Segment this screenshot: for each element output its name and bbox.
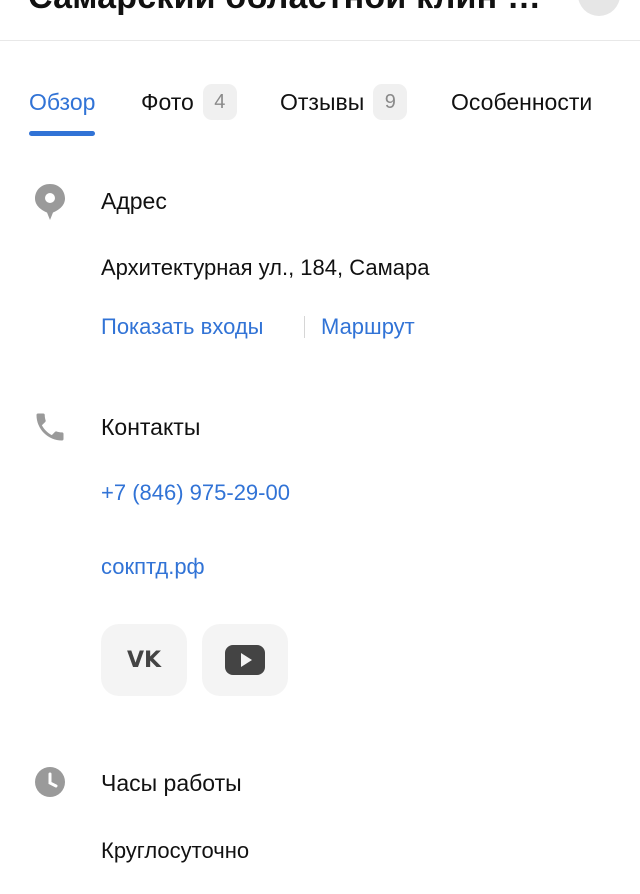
active-tab-indicator [29,131,96,136]
header: Самарский областной клин … [0,0,640,41]
vk-button[interactable]: VK [101,624,187,696]
route-link[interactable]: Маршрут [321,314,415,340]
tab-features[interactable]: Особенности [451,80,592,124]
tab-photos-badge: 4 [202,84,237,120]
contacts-title: Контакты [101,414,201,440]
tab-reviews-label: Отзывы [280,88,365,115]
tab-reviews[interactable]: Отзывы 9 [280,80,408,124]
tab-reviews-badge: 9 [373,84,408,120]
hours-title: Часы работы [101,770,242,796]
phone-icon [30,407,70,447]
address-title: Адрес [101,188,167,214]
tab-overview[interactable]: Обзор [29,80,96,136]
tab-features-label: Особенности [451,88,593,115]
youtube-button[interactable] [202,624,288,696]
website-link[interactable]: сокптд.рф [101,554,205,580]
tab-photos[interactable]: Фото 4 [141,80,237,124]
tab-bar: Обзор Фото 4 Отзывы 9 Особенности [0,80,640,140]
close-button[interactable] [578,0,620,16]
tab-overview-label: Обзор [29,88,96,115]
hours-value: Круглосуточно [101,838,250,863]
youtube-icon [225,645,265,675]
links-divider [304,316,305,338]
clock-icon [30,762,70,802]
address-value: Архитектурная ул., 184, Самара [101,255,430,280]
location-pin-icon [30,182,70,222]
phone-link[interactable]: +7 (846) 975-29-00 [101,480,290,506]
show-entrances-link[interactable]: Показать входы [101,314,263,340]
tab-photos-label: Фото [141,88,194,115]
header-title: Самарский областной клин … [28,0,541,17]
vk-icon: VK [126,647,162,673]
